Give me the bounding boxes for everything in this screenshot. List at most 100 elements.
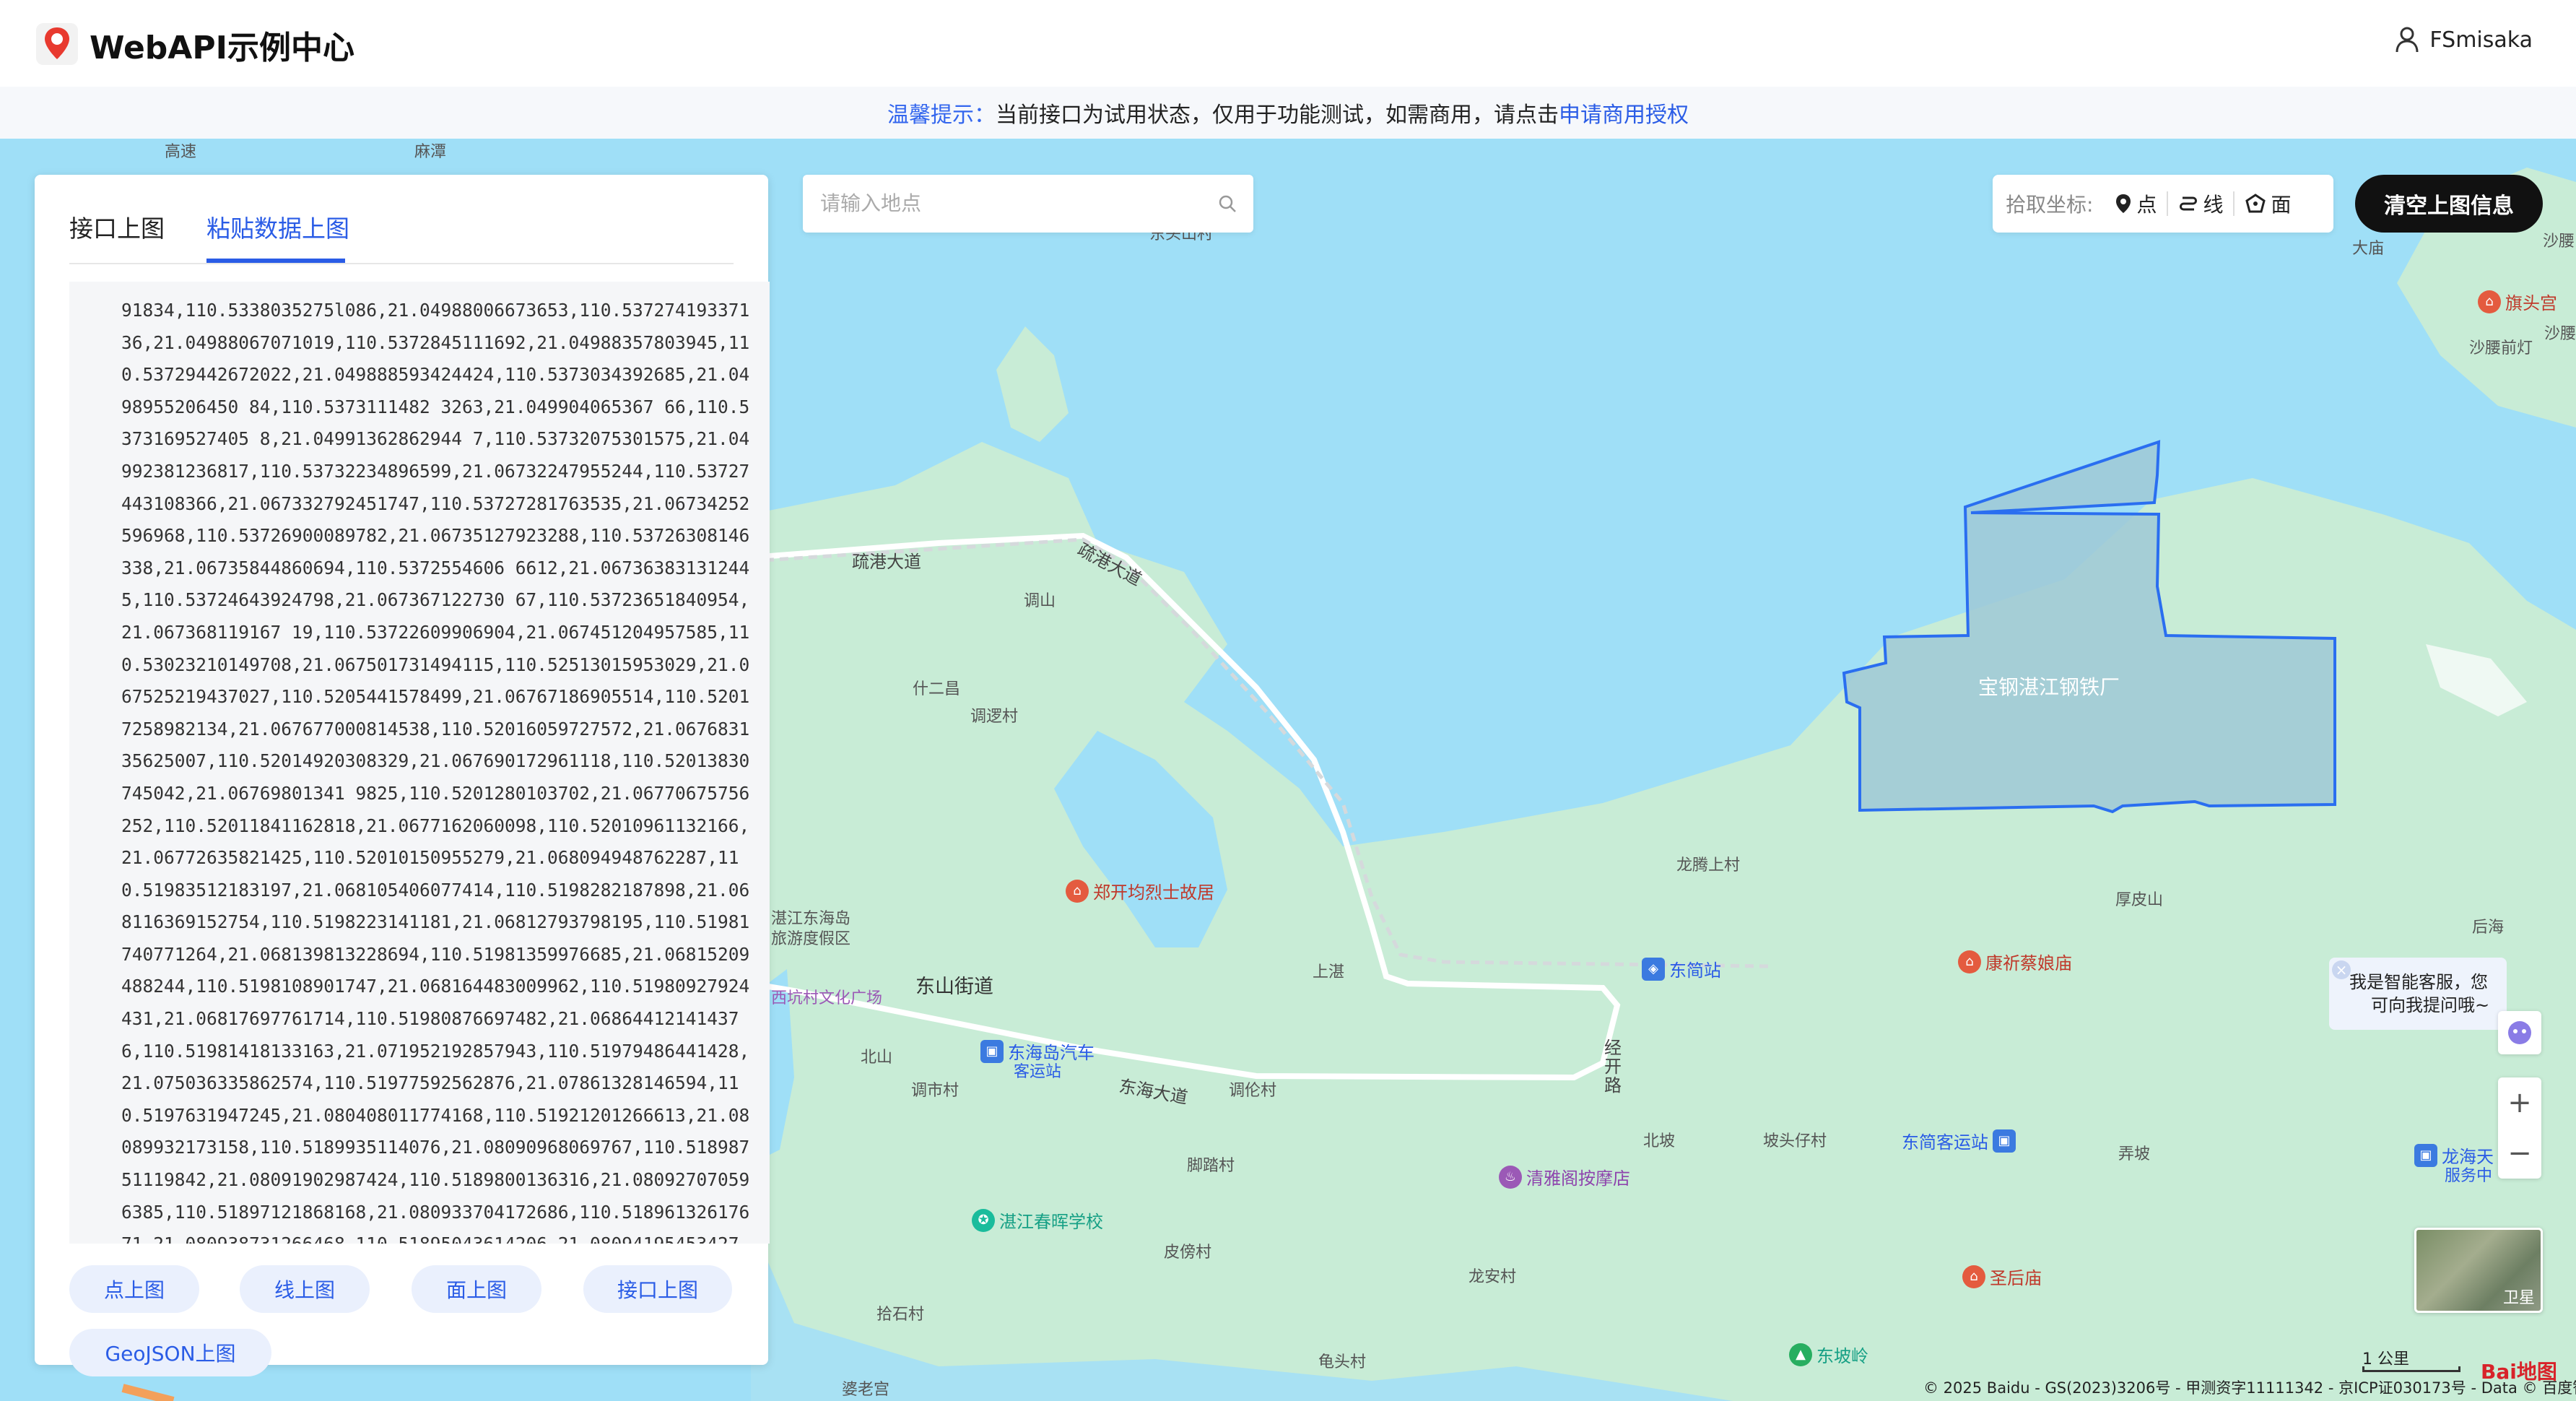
place-search <box>803 175 1253 233</box>
label-tiaoshicun: 调市村 <box>911 1082 960 1100</box>
top-header: WebAPI示例中心 FSmisaka <box>0 0 2576 87</box>
zoom-out-button[interactable]: − <box>2498 1128 2541 1179</box>
poi-label: 圣后庙 <box>1990 1268 2042 1288</box>
notice-bar: 温馨提示： 当前接口为试用状态，仅用于功能测试，如需商用，请点击 申请商用授权 <box>0 87 2576 139</box>
temple-icon: ⌂ <box>1958 950 1981 973</box>
line-plot-button[interactable]: 线上图 <box>240 1265 370 1313</box>
label-pijuncun: 皮傍村 <box>1164 1244 1212 1262</box>
brand-title: WebAPI示例中心 <box>90 30 354 66</box>
label-polaogong: 婆老宫 <box>842 1381 890 1399</box>
satellite-toggle[interactable]: 卫星 <box>2414 1228 2543 1313</box>
active-tab-indicator <box>206 259 345 263</box>
poi-dongjian-bus[interactable]: 东简客运站 ▣ <box>1902 1128 2016 1153</box>
option-label: 点 <box>2136 193 2157 217</box>
poi-qingya[interactable]: ♨ 清雅阁按摩店 <box>1499 1164 1630 1189</box>
label-shayao2: 沙腰 <box>2544 325 2576 343</box>
poi-chunhui[interactable]: ✪ 湛江春晖学校 <box>972 1207 1103 1233</box>
poi-label: 湛江春晖学校 <box>999 1212 1103 1232</box>
assistant-button[interactable] <box>2498 1011 2541 1054</box>
bus-icon: ▣ <box>1993 1129 2016 1153</box>
mountain-icon: ▲ <box>1789 1343 1812 1366</box>
label-jingkai: 经开路 <box>1604 1038 1622 1096</box>
label-beishan: 北山 <box>861 1049 893 1067</box>
search-icon[interactable] <box>1217 194 1237 214</box>
poi-label: 东坡岭 <box>1816 1346 1868 1366</box>
coordinate-picker: 拾取坐标: 点 线 面 <box>1993 175 2333 233</box>
label-shayaoqian: 沙腰前灯 <box>2469 339 2533 357</box>
poi-shenghou[interactable]: ⌂ 圣后庙 <box>1962 1264 2042 1289</box>
user-menu[interactable]: FSmisaka <box>2395 26 2533 53</box>
label-shierchang: 什二昌 <box>913 680 961 698</box>
label-baogang: 宝钢湛江钢铁厂 <box>1978 675 2120 699</box>
poi-zhengkai[interactable]: ⌂ 郑开均烈士故居 <box>1066 878 1214 903</box>
search-input[interactable] <box>820 175 1210 233</box>
clear-plot-button[interactable]: 清空上图信息 <box>2355 175 2543 233</box>
point-plot-button[interactable]: 点上图 <box>69 1265 199 1313</box>
notice-message: 当前接口为试用状态，仅用于功能测试，如需商用，请点击 <box>996 103 1559 128</box>
apply-license-link[interactable]: 申请商用授权 <box>1559 97 1689 129</box>
label-shigucun: 拾石村 <box>876 1306 925 1324</box>
road-highway <box>121 1384 175 1401</box>
poi-donggbl[interactable]: ▲ 东坡岭 <box>1789 1342 1868 1367</box>
poi-dongjian-station[interactable]: ◈ 东简站 <box>1642 956 1721 981</box>
zoom-in-button[interactable]: + <box>2498 1077 2541 1128</box>
option-label: 面 <box>2271 193 2292 217</box>
landmark-icon: ⌂ <box>1066 879 1089 903</box>
label-jiaotacun: 脚踏村 <box>1187 1157 1235 1175</box>
route-icon <box>2180 196 2198 211</box>
label-keyunzhan: 客运站 <box>1014 1063 1062 1081</box>
coordinates-textarea[interactable]: 91834,110.5338035275l086,21.049880066736… <box>69 282 770 1244</box>
option-label: 线 <box>2203 193 2224 217</box>
tab-api-plot[interactable]: 接口上图 <box>69 209 165 244</box>
satellite-label: 卫星 <box>2502 1289 2535 1307</box>
robot-icon <box>2508 1021 2531 1044</box>
school-icon: ✪ <box>972 1208 995 1232</box>
poi-label: 旗头宫 <box>2505 293 2557 313</box>
label-guitoucun: 龟头村 <box>1318 1353 1367 1371</box>
polygon-plot-button[interactable]: 面上图 <box>412 1265 541 1313</box>
land-island <box>996 326 1069 442</box>
pick-polygon-option[interactable]: 面 <box>2235 189 2301 218</box>
assistant-line2: 可向我提问哦~ <box>2371 995 2490 1015</box>
tab-paste-data-plot[interactable]: 粘贴数据上图 <box>206 209 349 244</box>
pin-icon <box>2116 194 2131 213</box>
spa-icon: ♨ <box>1499 1165 1522 1189</box>
label-beipo: 北坡 <box>1643 1132 1676 1150</box>
poi-label: 东简站 <box>1669 960 1721 981</box>
label-tiaoluocun: 调逻村 <box>970 708 1019 726</box>
notice-label: 温馨提示： <box>887 103 996 128</box>
poi-label: 康祈蔡娘庙 <box>1985 953 2072 973</box>
baidu-map-logo-icon <box>36 23 78 65</box>
pick-line-option[interactable]: 线 <box>2168 189 2233 218</box>
poi-kangqiaocai[interactable]: ⌂ 康祈蔡娘庙 <box>1958 949 2072 974</box>
label-tiaoshan: 调山 <box>1024 592 1056 610</box>
pick-point-option[interactable]: 点 <box>2105 189 2167 218</box>
smart-assistant-bubble[interactable]: × 我是智能客服，您 可向我提问哦~ <box>2329 958 2507 1030</box>
bus-icon: ▣ <box>980 1039 1004 1063</box>
close-icon[interactable]: × <box>2332 960 2351 979</box>
user-icon <box>2396 27 2419 53</box>
geojson-plot-button[interactable]: GeoJSON上图 <box>69 1329 271 1376</box>
label-dongao: 大庙 <box>2352 240 2385 258</box>
land-main <box>751 442 2576 1401</box>
assistant-line1: 我是智能客服，您 <box>2349 972 2488 992</box>
map-scale-bar <box>2362 1366 2460 1372</box>
username: FSmisaka <box>2429 27 2533 53</box>
label-shangzhan: 上湛 <box>1313 963 1345 981</box>
label-lvyou: 旅游度假区 <box>771 930 851 948</box>
poi-qitougong[interactable]: ⌂ 旗头宫 <box>2478 289 2557 314</box>
panel-tabs: 接口上图 粘贴数据上图 <box>69 192 734 264</box>
temple-icon: ⌂ <box>1962 1265 1985 1288</box>
polygon-icon <box>2245 194 2266 213</box>
picker-label: 拾取坐标: <box>2006 193 2094 217</box>
app-root: 高速 麻潭 东头山村 疏港大道 疏港大道 调山 什二昌 调逻村 宝钢湛江钢铁厂 … <box>0 0 2576 1401</box>
label-mali: 麻潭 <box>414 143 447 161</box>
label-longteng: 龙腾上村 <box>1676 856 1741 875</box>
api-plot-button[interactable]: 接口上图 <box>583 1265 732 1313</box>
baidu-map-watermark: Bai地图 <box>2481 1360 2557 1384</box>
label-houpishan: 厚皮山 <box>2115 891 2164 909</box>
label-longancun: 龙安村 <box>1468 1268 1517 1286</box>
poi-label: 清雅阁按摩店 <box>1526 1168 1630 1189</box>
poi-label: 郑开均烈士故居 <box>1093 882 1214 903</box>
left-panel: 接口上图 粘贴数据上图 91834,110.5338035275l086,21.… <box>35 175 770 1376</box>
